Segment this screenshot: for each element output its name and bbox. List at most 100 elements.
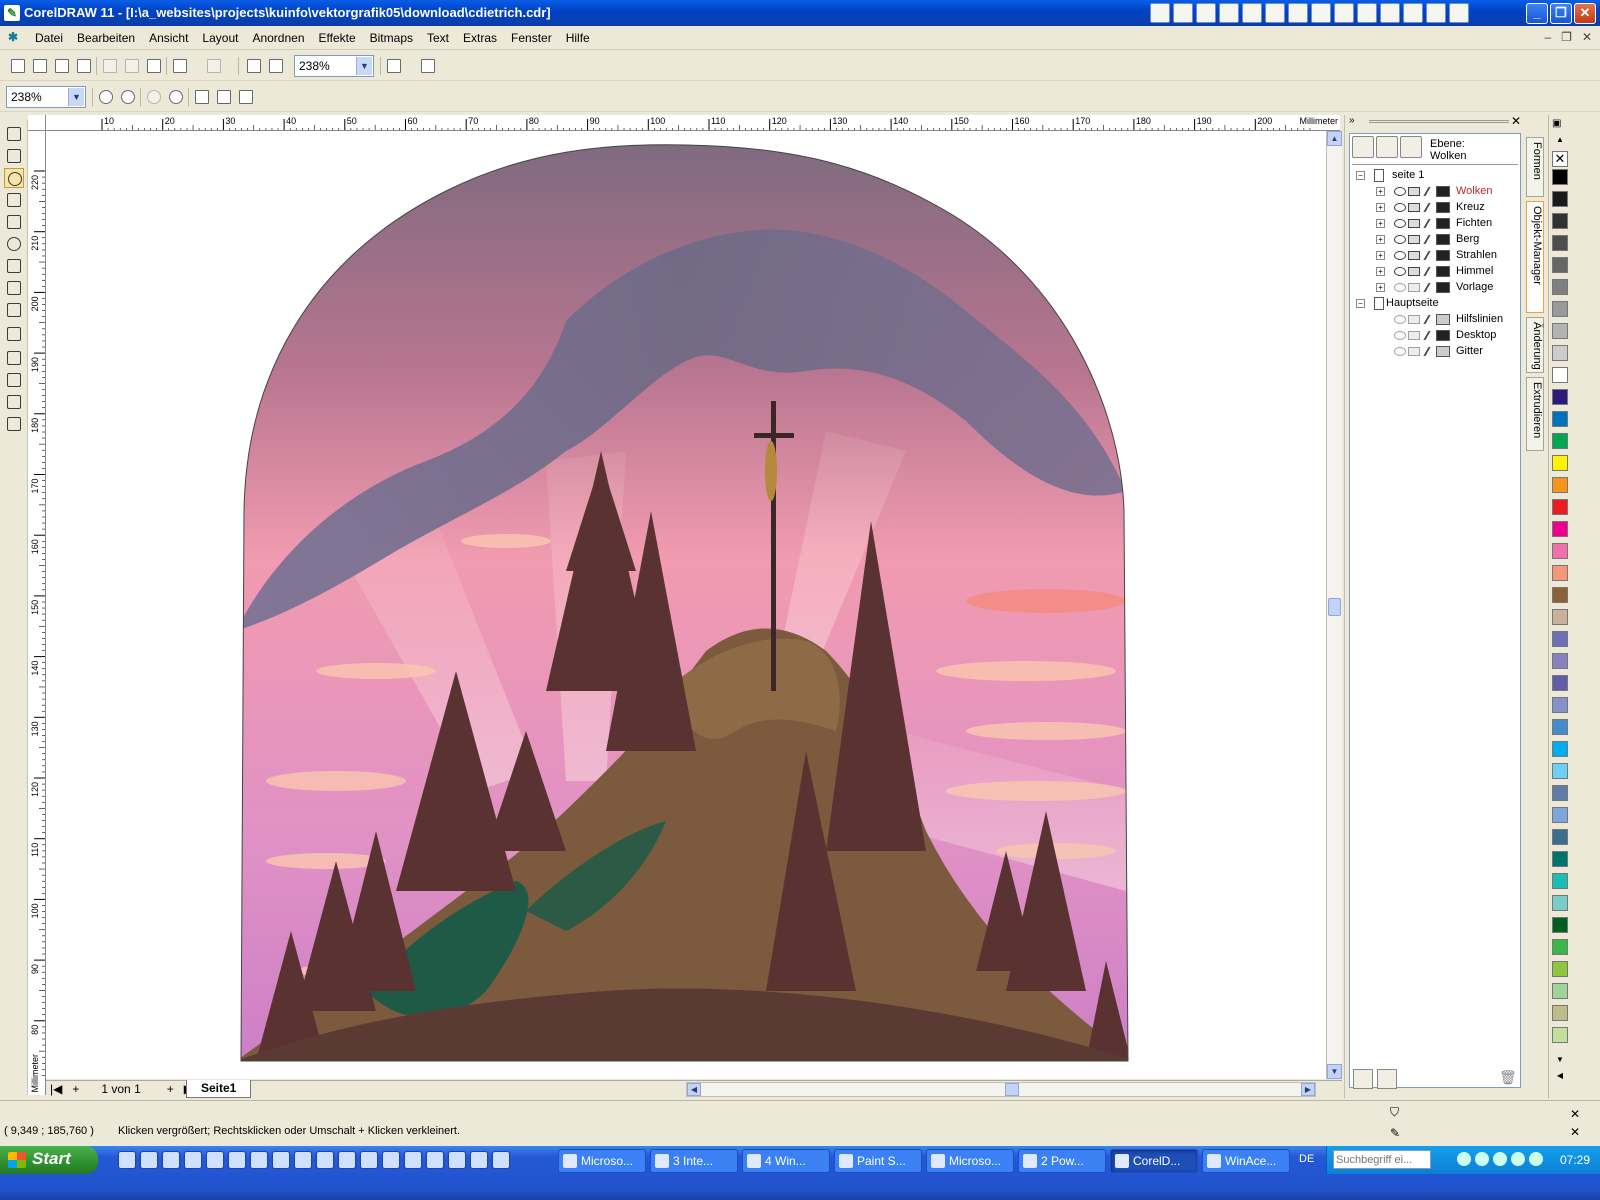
color-swatch[interactable] (1552, 169, 1568, 185)
menu-effekte[interactable]: Effekte (312, 31, 363, 45)
show-properties-icon[interactable] (1376, 136, 1398, 158)
layer-name[interactable]: Fichten (1456, 217, 1492, 229)
edit-pencil-icon[interactable] (1423, 251, 1435, 260)
shortcut-icon[interactable] (1357, 3, 1377, 23)
layer-name[interactable]: Vorlage (1456, 281, 1493, 293)
zoom-level-combo[interactable]: 238% ▼ (6, 86, 86, 108)
layer-row[interactable]: + Strahlen (1354, 248, 1518, 264)
color-swatch[interactable] (1552, 477, 1568, 493)
visibility-eye-icon[interactable] (1394, 315, 1406, 324)
expand-icon[interactable]: + (1376, 283, 1385, 292)
shape-tool-icon[interactable] (4, 146, 24, 166)
shortcut-icon[interactable] (1173, 3, 1193, 23)
expand-icon[interactable]: + (1376, 203, 1385, 212)
edit-pencil-icon[interactable] (1423, 203, 1435, 212)
color-swatch[interactable] (1552, 301, 1568, 317)
edit-pencil-icon[interactable] (1423, 235, 1435, 244)
quicklaunch-icon[interactable] (492, 1151, 510, 1169)
rectangle-tool-icon[interactable] (4, 212, 24, 232)
chevron-down-icon[interactable]: ▼ (68, 88, 84, 106)
layer-name[interactable]: Strahlen (1456, 249, 1497, 261)
shortcut-icon[interactable] (1403, 3, 1423, 23)
color-swatch[interactable] (1552, 411, 1568, 427)
document-icon[interactable]: ✱ (8, 30, 22, 44)
taskbar-button[interactable]: 3 Inte... (650, 1149, 738, 1173)
taskbar-button[interactable]: 4 Win... (742, 1149, 830, 1173)
trash-icon[interactable]: 🗑 (1499, 1069, 1519, 1089)
tray-icon[interactable] (1475, 1152, 1489, 1166)
palette-scroll-up-icon[interactable]: ▲ (1552, 135, 1568, 147)
horizontal-ruler[interactable]: 10 20 30 40 50 60 70 80 90 100 110 120 130 140 150 160 1… (46, 115, 1340, 131)
printer-icon[interactable] (1408, 267, 1420, 276)
tray-icon[interactable] (1529, 1152, 1543, 1166)
taskbar-button[interactable]: Microso... (558, 1149, 646, 1173)
shortcut-icon[interactable] (1334, 3, 1354, 23)
printer-icon[interactable] (1408, 331, 1420, 340)
page-tab-seite1[interactable]: Seite1 (186, 1080, 252, 1098)
color-swatch[interactable] (1552, 235, 1568, 251)
horizontal-scrollbar[interactable]: ◀ ▶ (686, 1082, 1316, 1097)
taskbar-button[interactable]: WinAce... (1202, 1149, 1290, 1173)
print-icon[interactable] (74, 56, 94, 76)
search-input[interactable] (1333, 1150, 1431, 1169)
layer-color-swatch[interactable] (1436, 330, 1450, 341)
taskbar-button[interactable]: CorelD... (1110, 1149, 1198, 1173)
quicklaunch-icon[interactable] (228, 1151, 246, 1169)
tab-extrudieren[interactable]: Extrudieren (1526, 377, 1544, 451)
layer-row[interactable]: + Himmel (1354, 264, 1518, 280)
tab-aenderung[interactable]: Änderung (1526, 317, 1544, 373)
collapse-icon[interactable]: − (1356, 171, 1365, 180)
menu-extras[interactable]: Extras (456, 31, 504, 45)
quicklaunch-icon[interactable] (338, 1151, 356, 1169)
language-indicator[interactable]: DE (1299, 1153, 1314, 1165)
horizontal-scroll-thumb[interactable] (1005, 1083, 1019, 1096)
tray-icon[interactable] (1511, 1152, 1525, 1166)
expand-icon[interactable]: + (1376, 267, 1385, 276)
shortcut-icon[interactable] (1311, 3, 1331, 23)
expand-icon[interactable]: + (1376, 187, 1385, 196)
scroll-right-icon[interactable]: ▶ (1301, 1083, 1315, 1096)
layer-row[interactable]: + Berg (1354, 232, 1518, 248)
shortcut-icon[interactable] (1288, 3, 1308, 23)
zoom-selected-icon[interactable] (144, 87, 164, 107)
layer-name[interactable]: Himmel (1456, 265, 1493, 277)
quicklaunch-icon[interactable] (470, 1151, 488, 1169)
visibility-eye-icon[interactable] (1394, 235, 1406, 244)
layer-row[interactable]: + Kreuz (1354, 200, 1518, 216)
layer-row[interactable]: + Wolken (1354, 184, 1518, 200)
application-launcher-icon[interactable] (384, 56, 414, 76)
color-swatch[interactable] (1552, 609, 1568, 625)
undo-icon[interactable] (170, 56, 198, 76)
quicklaunch-icon[interactable] (140, 1151, 158, 1169)
color-swatch[interactable] (1552, 279, 1568, 295)
color-swatch[interactable] (1552, 521, 1568, 537)
printer-icon[interactable] (1408, 283, 1420, 292)
fill-tool-icon[interactable] (4, 392, 24, 412)
layer-color-swatch[interactable] (1436, 234, 1450, 245)
color-swatch[interactable] (1552, 917, 1568, 933)
quicklaunch-icon[interactable] (206, 1151, 224, 1169)
menu-layout[interactable]: Layout (195, 31, 245, 45)
add-page-before-icon[interactable]: + (72, 1082, 79, 1096)
color-swatch[interactable] (1552, 389, 1568, 405)
layer-name[interactable]: Berg (1456, 233, 1479, 245)
tray-icon[interactable] (1493, 1152, 1507, 1166)
close-button[interactable]: ✕ (1574, 3, 1596, 24)
vertical-scrollbar[interactable]: ▲ ▼ (1326, 131, 1342, 1079)
layer-color-swatch[interactable] (1436, 282, 1450, 293)
master-layer-row[interactable]: Hilfslinien (1354, 312, 1518, 328)
basic-shapes-tool-icon[interactable] (4, 278, 24, 298)
color-swatch[interactable] (1552, 257, 1568, 273)
master-layer-row[interactable]: Desktop (1354, 328, 1518, 344)
chevron-down-icon[interactable]: ▼ (356, 57, 372, 75)
shortcut-icon[interactable] (1196, 3, 1216, 23)
color-swatch[interactable] (1552, 807, 1568, 823)
menu-text[interactable]: Text (420, 31, 456, 45)
layer-options-icon[interactable] (1377, 1069, 1397, 1089)
doc-restore-button[interactable]: ❐ (1561, 30, 1572, 44)
printer-icon[interactable] (1408, 219, 1420, 228)
collapse-icon[interactable]: − (1356, 299, 1365, 308)
shortcut-icon[interactable] (1265, 3, 1285, 23)
visibility-eye-icon[interactable] (1394, 347, 1406, 356)
color-swatch[interactable] (1552, 631, 1568, 647)
